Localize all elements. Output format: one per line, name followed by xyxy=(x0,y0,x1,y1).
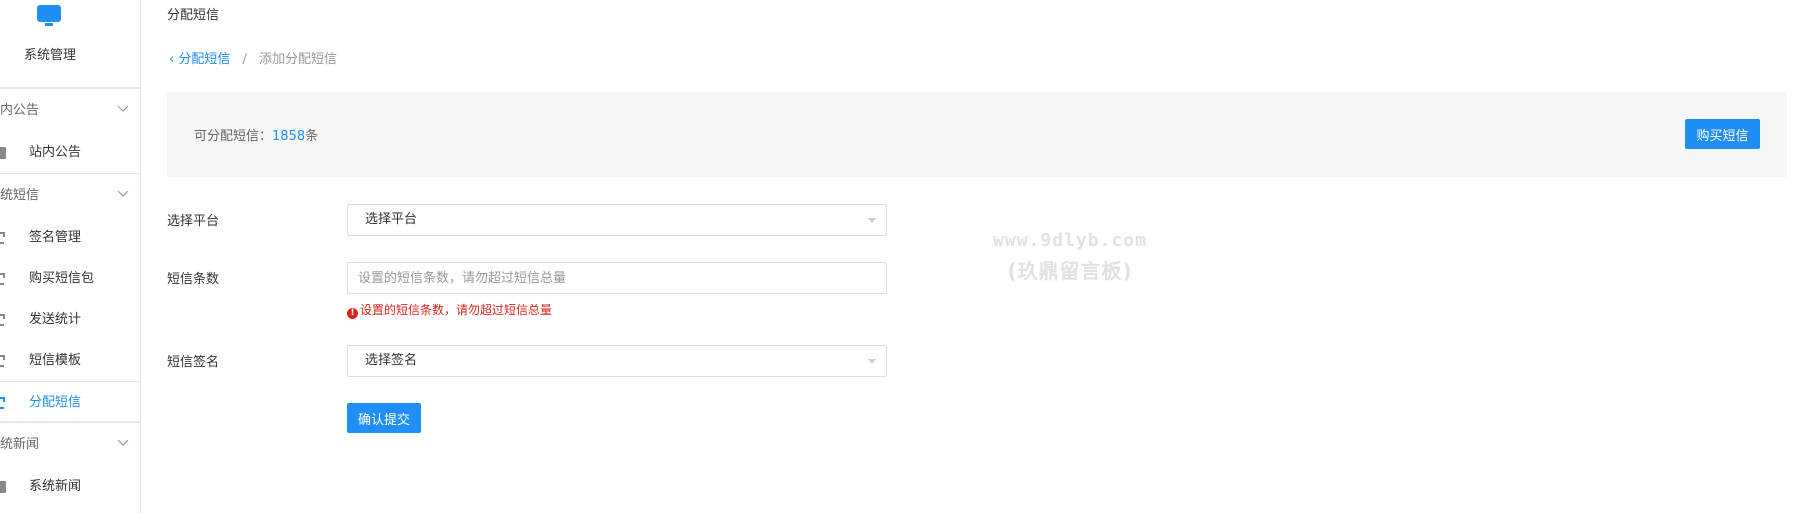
count-error: ! 设置的短信条数，请勿超过短信总量 xyxy=(347,301,552,319)
sidebar-group-announcements[interactable]: 内公告 xyxy=(0,88,140,132)
sidebar-item-label: 签名管理 xyxy=(29,230,82,245)
sidebar: 系统管理 内公告 站内公告 统短信 签名管理 购买短信包 发送统计 短信模板 分… xyxy=(0,0,141,513)
quota-label: 可分配短信： xyxy=(194,129,273,144)
sidebar-group-news[interactable]: 统新闻 xyxy=(0,422,140,466)
sidebar-item-label: 系统新闻 xyxy=(29,479,82,494)
platform-select-value: 选择平台 xyxy=(365,212,418,227)
quota-text: 可分配短信：1858条 xyxy=(194,125,318,144)
sidebar-item-label: 短信模板 xyxy=(29,353,82,368)
sidebar-item-signature-management[interactable]: 签名管理 xyxy=(0,217,140,258)
sidebar-item-sms-template[interactable]: 短信模板 xyxy=(0,340,140,381)
caret-down-icon xyxy=(868,218,876,223)
page-title: 分配短信 xyxy=(167,8,220,23)
sidebar-header[interactable]: 系统管理 xyxy=(0,0,140,88)
document-icon xyxy=(0,147,6,159)
sidebar-group-sms[interactable]: 统短信 xyxy=(0,173,140,217)
sidebar-item-label: 购买短信包 xyxy=(29,271,95,286)
breadcrumb-back-label: 分配短信 xyxy=(178,52,231,67)
signature-label: 短信签名 xyxy=(167,355,220,370)
sidebar-item-label: 发送统计 xyxy=(29,312,82,327)
link-icon xyxy=(0,273,5,285)
quota-value: 1858 xyxy=(272,129,306,144)
count-label: 短信条数 xyxy=(167,272,220,287)
sidebar-header-title: 系统管理 xyxy=(23,48,76,63)
sidebar-item-send-statistics[interactable]: 发送统计 xyxy=(0,299,140,340)
watermark-line1: www.9dlyb.com xyxy=(993,230,1147,251)
watermark: www.9dlyb.com (玖鼎留言板) xyxy=(970,226,1170,286)
sidebar-item-allocate-sms[interactable]: 分配短信 xyxy=(0,381,140,422)
quota-unit: 条 xyxy=(305,129,319,144)
link-icon xyxy=(0,355,5,367)
link-icon xyxy=(0,314,5,326)
sms-count-input[interactable] xyxy=(347,262,887,294)
breadcrumb-current: 添加分配短信 xyxy=(259,52,338,67)
sidebar-group-label: 统新闻 xyxy=(0,437,40,452)
quota-bar: 可分配短信：1858条 购买短信 xyxy=(167,92,1787,177)
sidebar-group-label: 内公告 xyxy=(0,103,40,118)
link-icon xyxy=(0,397,5,409)
document-icon xyxy=(0,481,6,493)
caret-down-icon xyxy=(868,359,876,364)
error-icon: ! xyxy=(347,308,358,319)
chevron-down-icon xyxy=(117,439,129,446)
breadcrumb-separator: / xyxy=(242,52,247,67)
chevron-down-icon xyxy=(117,190,129,197)
link-icon xyxy=(0,232,5,244)
chevron-left-icon: ‹ xyxy=(169,52,179,67)
platform-select[interactable]: 选择平台 xyxy=(347,204,887,236)
signature-select-value: 选择签名 xyxy=(365,353,418,368)
signature-select[interactable]: 选择签名 xyxy=(347,345,887,377)
buy-sms-button[interactable]: 购买短信 xyxy=(1685,119,1760,149)
submit-button[interactable]: 确认提交 xyxy=(347,403,421,433)
main-content: 分配短信 ‹ 分配短信 / 添加分配短信 可分配短信：1858条 购买短信 选择… xyxy=(167,0,1794,513)
breadcrumb: ‹ 分配短信 / 添加分配短信 xyxy=(169,48,337,67)
monitor-icon xyxy=(37,5,61,26)
chevron-down-icon xyxy=(117,105,129,112)
count-error-text: 设置的短信条数，请勿超过短信总量 xyxy=(360,303,553,317)
sidebar-item-label: 分配短信 xyxy=(29,395,82,410)
sidebar-group-label: 统短信 xyxy=(0,188,40,203)
watermark-line2: (玖鼎留言板) xyxy=(1007,259,1133,283)
sidebar-item-buy-sms-package[interactable]: 购买短信包 xyxy=(0,258,140,299)
sidebar-item-label: 站内公告 xyxy=(29,145,82,160)
breadcrumb-back-link[interactable]: ‹ 分配短信 xyxy=(169,52,235,67)
platform-label: 选择平台 xyxy=(167,214,220,229)
sidebar-item-site-announcement[interactable]: 站内公告 xyxy=(0,132,140,173)
sidebar-item-system-news[interactable]: 系统新闻 xyxy=(0,466,140,507)
